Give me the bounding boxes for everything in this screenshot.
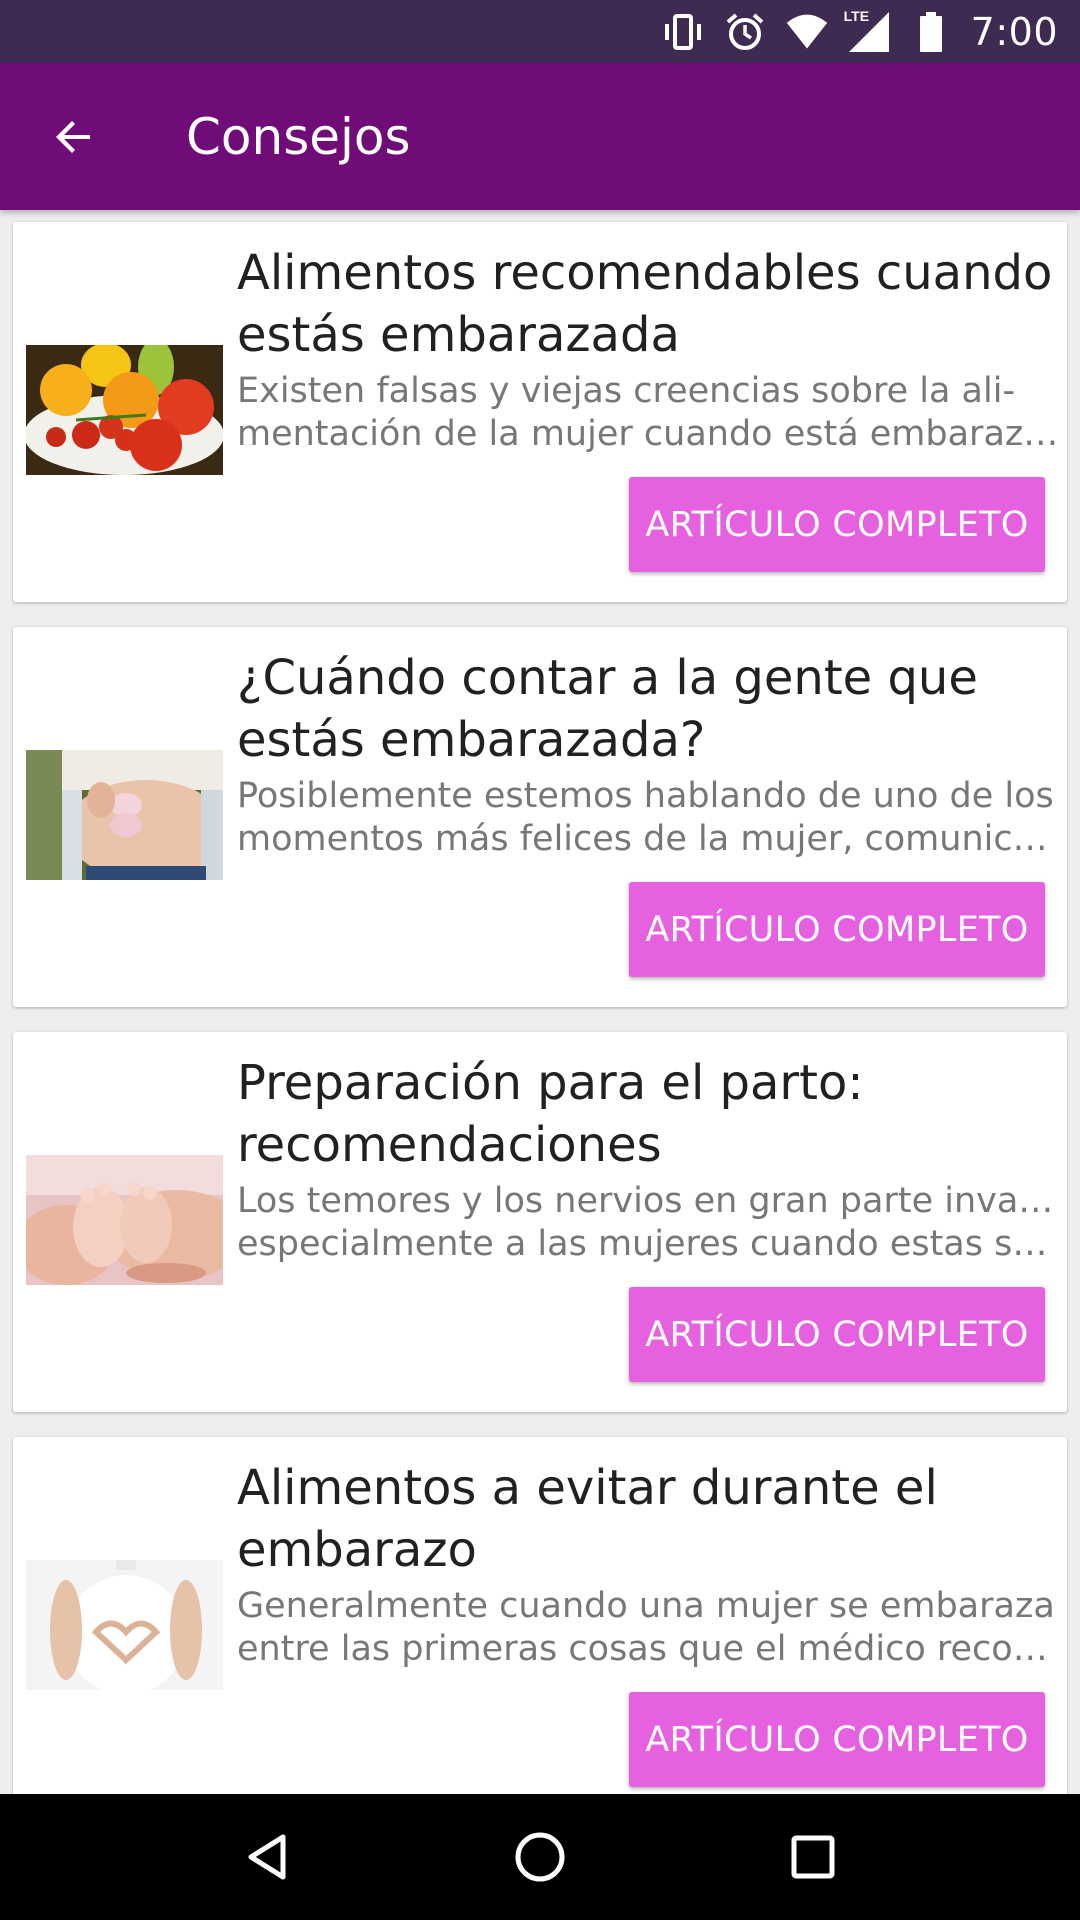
article-title-line: estás embarazada [237, 307, 680, 363]
lte-label: LTE [842, 7, 871, 24]
article-title-line: Alimentos recomendables cuando [237, 245, 1053, 301]
lte-signal-icon: LTE [842, 7, 891, 54]
article-card: Alimentos recomendables cuando estás emb… [13, 222, 1067, 602]
full-article-button[interactable]: ARTÍCULO COMPLETO [629, 477, 1045, 572]
page-title: Consejos [186, 107, 411, 166]
article-snippet-line: mentación de la mujer cuando está embara… [237, 414, 1067, 454]
article-snippet-line: Existen falsas y viejas creencias sobre … [237, 371, 1016, 411]
article-title[interactable]: Preparación para el parto: recomendacion… [237, 1052, 1057, 1176]
wifi-icon [785, 10, 829, 54]
article-snippet-line: Generalmente cuando una mujer se embaraz… [237, 1586, 1055, 1626]
article-card: Preparación para el parto: recomendacion… [13, 1032, 1067, 1412]
article-snippet-line: especialmente a las mujeres cuando estas… [237, 1224, 1067, 1264]
article-snippet: Generalmente cuando una mujer se embaraz… [237, 1585, 1067, 1673]
article-card: ¿Cuándo contar a la gente que estás emba… [13, 627, 1067, 1007]
home-circle-icon [515, 1832, 565, 1882]
article-snippet: Existen falsas y viejas creencias sobre … [237, 370, 1067, 458]
article-title-line: Preparación para el parto: [237, 1055, 864, 1111]
clock: 7:00 [970, 9, 1058, 54]
article-title-line: recomendaciones [237, 1117, 662, 1173]
article-snippet-line: momentos más felices de la mujer, comuni… [237, 819, 1067, 859]
article-snippet: Los temores y los nervios en gran parte … [237, 1180, 1067, 1268]
article-card: Alimentos a evitar durante el embarazo G… [13, 1437, 1067, 1794]
full-article-button[interactable]: ARTÍCULO COMPLETO [629, 1692, 1045, 1787]
battery-icon [909, 10, 953, 54]
vibrate-icon [661, 10, 705, 54]
article-title-line: estás embarazada? [237, 712, 706, 768]
back-button[interactable] [26, 89, 122, 185]
nav-recents-button[interactable] [768, 1812, 858, 1902]
article-snippet: Posiblemente estemos hablando de uno de … [237, 775, 1067, 863]
baby-feet-photo [26, 1155, 223, 1285]
article-title[interactable]: ¿Cuándo contar a la gente que estás emba… [237, 647, 1057, 771]
article-title-line: Alimentos a evitar durante el [237, 1460, 938, 1516]
alarm-icon [723, 10, 767, 54]
full-article-button[interactable]: ARTÍCULO COMPLETO [629, 1287, 1045, 1382]
article-title-line: embarazo [237, 1522, 477, 1578]
heart-hands-belly-photo [26, 1560, 223, 1690]
article-title[interactable]: Alimentos recomendables cuando estás emb… [237, 242, 1057, 366]
article-snippet-line: Posiblemente estemos hablando de uno de … [237, 776, 1054, 816]
nav-home-button[interactable] [495, 1812, 585, 1902]
article-title-line: ¿Cuándo contar a la gente que [237, 650, 978, 706]
nav-back-button[interactable] [222, 1812, 312, 1902]
article-list[interactable]: Alimentos recomendables cuando estás emb… [0, 210, 1080, 1794]
article-snippet-line: Los temores y los nervios en gran parte … [237, 1181, 1067, 1221]
back-triangle-icon [248, 1834, 286, 1880]
full-article-button[interactable]: ARTÍCULO COMPLETO [629, 882, 1045, 977]
recents-square-icon [791, 1835, 835, 1879]
app-bar: Consejos [0, 63, 1080, 210]
article-snippet-line: entre las primeras cosas que el médico r… [237, 1629, 1067, 1669]
status-bar: LTE 7:00 [0, 0, 1080, 63]
article-title[interactable]: Alimentos a evitar durante el embarazo [237, 1457, 1057, 1581]
arrow-back-icon [56, 120, 90, 153]
pregnant-belly-photo [26, 750, 223, 880]
fruits-vegetables-photo [26, 345, 223, 475]
system-nav-bar [0, 1794, 1080, 1920]
